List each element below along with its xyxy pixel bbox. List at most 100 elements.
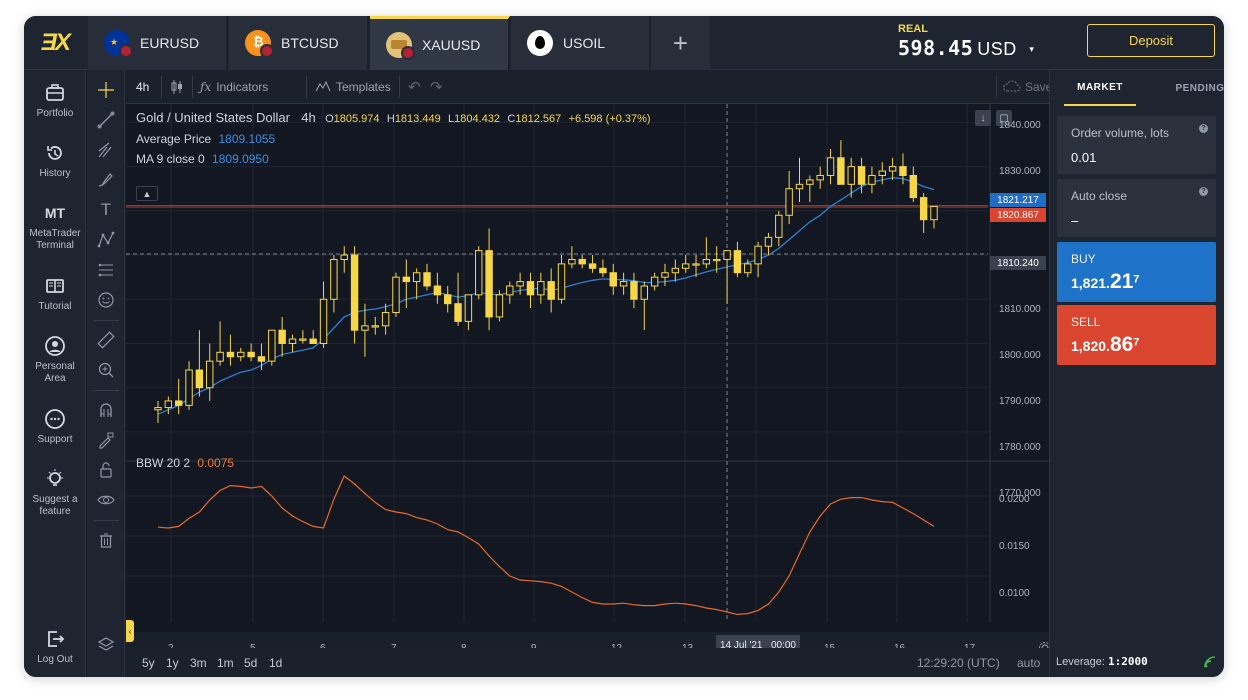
leverage-label: Leverage: bbox=[1056, 656, 1105, 668]
tab-xauusd[interactable]: XAUUSD bbox=[370, 16, 510, 70]
candle-body-down bbox=[526, 281, 535, 296]
order-panel: MARKET PENDING Order volume, lots 0.01 ?… bbox=[1049, 70, 1224, 677]
text-tool-icon[interactable]: T bbox=[94, 198, 118, 222]
exness-logo[interactable]: ƎX bbox=[24, 16, 86, 70]
price-tick: 1830.000 bbox=[999, 166, 1041, 177]
candle-body-down bbox=[195, 369, 204, 389]
tab-eurusd[interactable]: ★ EURUSD bbox=[88, 16, 228, 70]
indicators-button[interactable]: ƒx Indicators bbox=[200, 70, 268, 104]
deposit-button[interactable]: Deposit bbox=[1087, 24, 1215, 57]
nav-logout[interactable]: Log Out bbox=[24, 628, 86, 666]
buy-button[interactable]: BUY 1,821.217 bbox=[1057, 242, 1216, 302]
nav-tutorial[interactable]: Tutorial bbox=[24, 275, 86, 313]
range-5d[interactable]: 5d bbox=[244, 648, 257, 677]
legend-interval: 4h bbox=[301, 110, 316, 125]
download-icon[interactable]: ↓ bbox=[975, 110, 991, 126]
lock-drawing-icon[interactable] bbox=[94, 428, 118, 452]
tab-pending[interactable]: PENDING bbox=[1164, 70, 1224, 106]
price-tick: 1780.000 bbox=[999, 442, 1041, 453]
zoom-in-icon[interactable] bbox=[94, 358, 118, 382]
close-value: 1812.567 bbox=[515, 113, 562, 125]
templates-button[interactable]: Templates bbox=[315, 70, 391, 104]
range-1d[interactable]: 1d bbox=[269, 648, 282, 677]
candle-body-up bbox=[713, 258, 721, 262]
chart-canvas[interactable] bbox=[126, 104, 1049, 622]
magnet-icon[interactable] bbox=[94, 398, 118, 422]
lock-icon[interactable] bbox=[94, 458, 118, 482]
candle-body-down bbox=[599, 267, 607, 274]
tab-label: USOIL bbox=[563, 35, 606, 51]
toolbar-divider bbox=[399, 76, 400, 98]
crosshair-icon[interactable] bbox=[94, 78, 118, 102]
sell-button[interactable]: SELL 1,820.867 bbox=[1057, 305, 1216, 365]
candle-body-up bbox=[381, 312, 390, 327]
pitchfork-icon[interactable] bbox=[94, 138, 118, 162]
fx-icon: ƒx bbox=[200, 80, 212, 94]
order-volume-value[interactable]: 0.01 bbox=[1071, 150, 1202, 165]
candle-type-icon[interactable] bbox=[170, 70, 184, 104]
tab-market[interactable]: MARKET bbox=[1064, 70, 1136, 106]
legend-high: H1813.449 bbox=[387, 113, 441, 125]
candle-body-up bbox=[754, 245, 762, 265]
add-tab-button[interactable]: + bbox=[651, 16, 710, 70]
nav-suggest-feature[interactable]: Suggest a feature bbox=[24, 468, 86, 518]
candle-body-up bbox=[785, 188, 793, 216]
help-icon[interactable]: ? bbox=[1199, 187, 1208, 196]
user-icon bbox=[44, 335, 66, 357]
candle-body-up bbox=[319, 298, 328, 344]
gold-icon bbox=[386, 31, 415, 60]
timeframe-button[interactable]: 4h bbox=[136, 70, 149, 104]
balance-value: 598.45 bbox=[898, 36, 974, 60]
range-3m[interactable]: 3m bbox=[190, 648, 207, 677]
usd-flag-icon bbox=[260, 44, 274, 58]
tab-btcusd[interactable]: ₿ BTCUSD bbox=[229, 16, 369, 70]
account-balance[interactable]: 598.45 USD ▾ bbox=[898, 36, 1034, 60]
emoji-icon[interactable] bbox=[94, 288, 118, 312]
nav-label-line1: MetaTrader bbox=[29, 228, 81, 239]
nav-metatrader[interactable]: MT MetaTrader Terminal bbox=[24, 202, 86, 252]
trend-line-icon[interactable] bbox=[94, 108, 118, 132]
templates-icon bbox=[315, 80, 331, 95]
fib-levels-icon[interactable] bbox=[94, 258, 118, 282]
range-5y[interactable]: 5y bbox=[142, 648, 155, 677]
undo-icon[interactable]: ↶ bbox=[408, 70, 421, 104]
auto-scale-toggle[interactable]: auto bbox=[1017, 648, 1040, 677]
candle-body-up bbox=[506, 285, 514, 296]
nav-personal-area[interactable]: Personal Area bbox=[24, 335, 86, 385]
candle-body-down bbox=[899, 166, 907, 176]
candle-body-down bbox=[309, 338, 317, 344]
candle-body-up bbox=[806, 179, 814, 185]
order-volume-field[interactable]: Order volume, lots 0.01 ? bbox=[1057, 116, 1216, 174]
candle-body-up bbox=[930, 205, 938, 221]
candle-body-up bbox=[619, 281, 628, 287]
price-chart[interactable]: Gold / United States Dollar 4h O1805.974… bbox=[126, 104, 1051, 655]
scroll-handle[interactable]: ‹ bbox=[126, 620, 134, 642]
eye-icon[interactable] bbox=[94, 488, 118, 512]
candle-body-up bbox=[537, 281, 545, 296]
ruler-icon[interactable] bbox=[94, 328, 118, 352]
candle-body-up bbox=[568, 258, 576, 265]
tab-usoil[interactable]: USOIL bbox=[511, 16, 651, 70]
open-value: 1805.974 bbox=[333, 113, 380, 125]
utc-clock: 12:29:20 (UTC) bbox=[917, 655, 1000, 670]
tool-divider bbox=[93, 390, 119, 391]
drawing-toolbar: T bbox=[87, 70, 125, 677]
book-icon bbox=[44, 275, 66, 297]
redo-icon[interactable]: ↷ bbox=[430, 70, 443, 104]
trash-icon[interactable] bbox=[94, 528, 118, 552]
nav-support[interactable]: Support bbox=[24, 408, 86, 446]
collapse-legend-button[interactable]: ▲ bbox=[136, 186, 158, 201]
brush-icon[interactable] bbox=[94, 168, 118, 192]
layers-icon[interactable] bbox=[94, 633, 118, 657]
auto-close-field[interactable]: Auto close – ? bbox=[1057, 179, 1216, 237]
low-value: 1804.432 bbox=[454, 113, 501, 125]
range-1m[interactable]: 1m bbox=[217, 648, 234, 677]
pattern-icon[interactable] bbox=[94, 228, 118, 252]
briefcase-icon bbox=[44, 82, 66, 104]
help-icon[interactable]: ? bbox=[1199, 124, 1208, 133]
nav-portfolio[interactable]: Portfolio bbox=[24, 82, 86, 120]
nav-history[interactable]: History bbox=[24, 142, 86, 180]
candle-body-up bbox=[671, 267, 680, 274]
range-1y[interactable]: 1y bbox=[166, 648, 179, 677]
eur-flag-icon: ★ bbox=[104, 30, 133, 58]
